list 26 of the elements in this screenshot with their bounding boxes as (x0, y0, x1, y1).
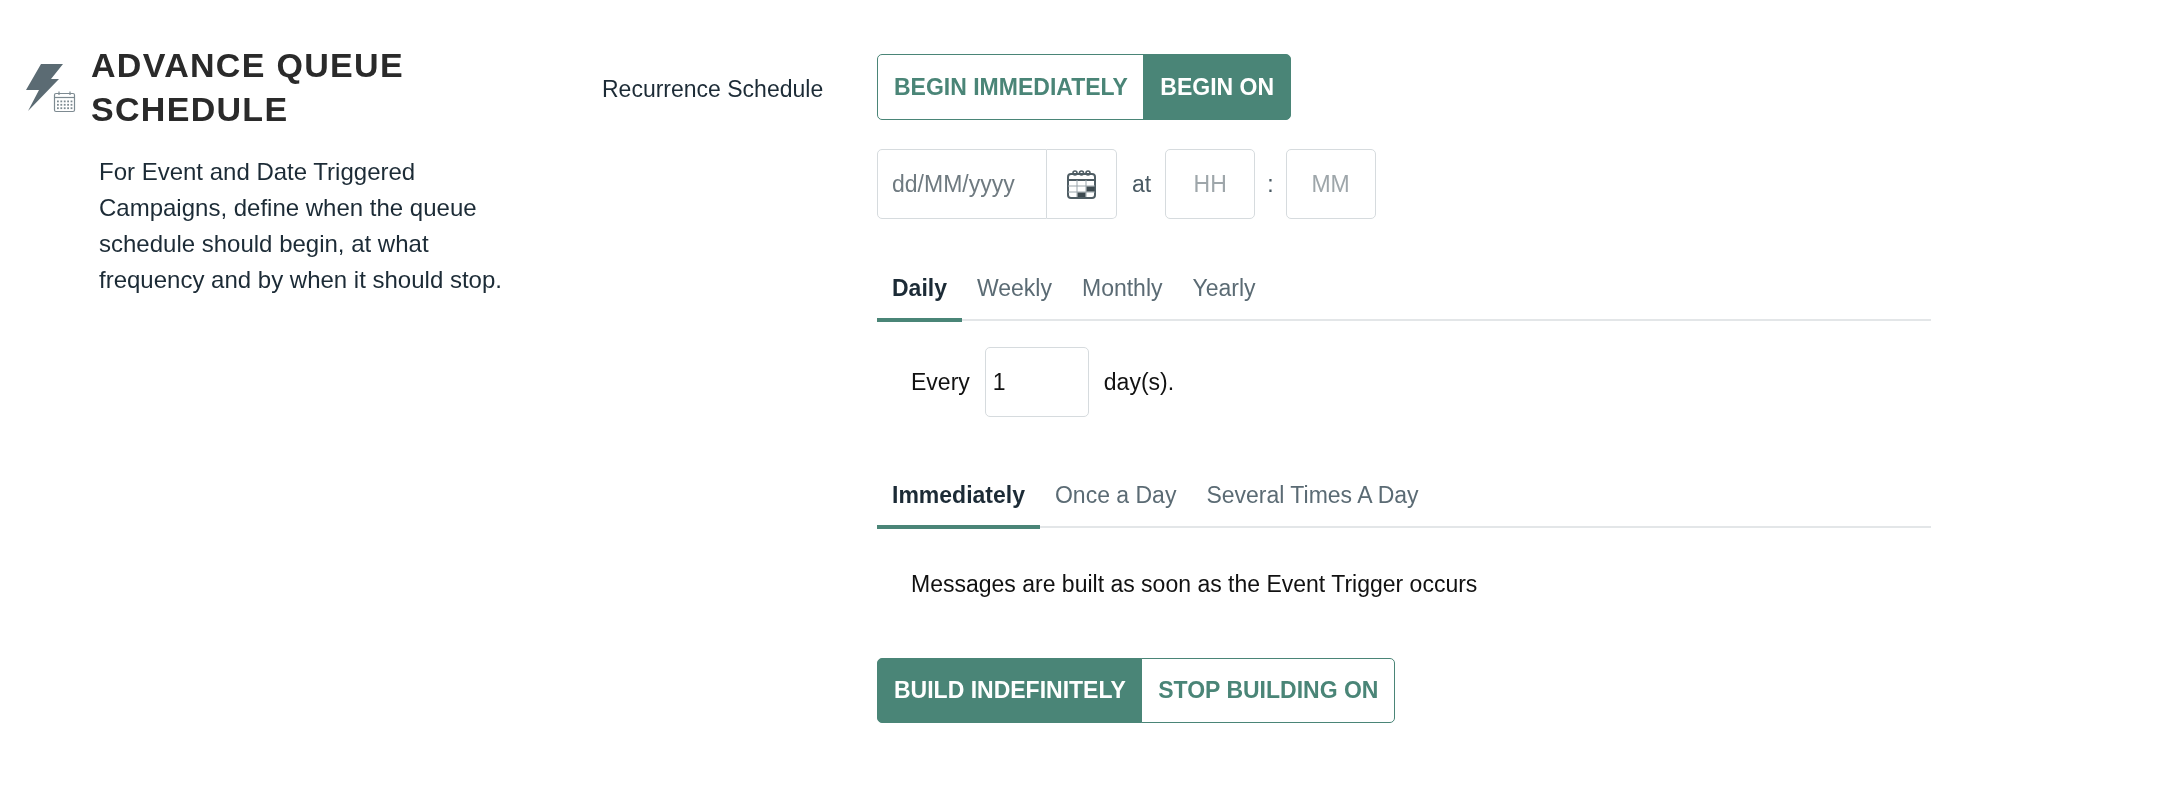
build-message: Messages are built as soon as the Event Trigger occurs (910, 570, 1478, 598)
start-option-button[interactable]: BEGIN ON (1143, 54, 1292, 120)
lightning-calendar-icon (25, 62, 76, 113)
build-tab[interactable]: Immediately (877, 461, 1040, 529)
end-option-button[interactable]: BUILD INDEFINITELY (877, 658, 1143, 723)
recurrence-schedule-label: Recurrence Schedule (602, 76, 824, 102)
days-label: day(s). (1103, 368, 1175, 396)
calendar-button[interactable] (1047, 149, 1117, 219)
interval-field[interactable]: 1 (984, 347, 1089, 417)
hour-field[interactable]: HH (1165, 149, 1256, 219)
build-tab[interactable]: Several Times A Day (1191, 461, 1434, 529)
section-title: ADVANCE QUEUE SCHEDULE (91, 45, 405, 130)
date-field[interactable]: dd/MM/yyyy (877, 149, 1047, 219)
frequency-tab[interactable]: Monthly (1067, 254, 1178, 322)
section-description: For Event and Date Triggered Campaigns, define when the queue schedule should begin, at what frequency and by when it should stop. (99, 157, 503, 295)
time-separator: : (1267, 170, 1274, 198)
frequency-tab[interactable]: Daily (877, 254, 962, 322)
start-option-button[interactable]: BEGIN IMMEDIATELY (877, 54, 1145, 120)
at-label: at (1132, 170, 1152, 198)
end-option-button[interactable]: STOP BUILDING ON (1141, 658, 1396, 723)
every-label: Every (911, 368, 970, 396)
build-tab[interactable]: Once a Day (1039, 461, 1192, 529)
minute-field[interactable]: MM (1285, 149, 1376, 219)
frequency-tab[interactable]: Weekly (962, 254, 1067, 322)
calendar-icon (1067, 169, 1096, 199)
frequency-tab[interactable]: Yearly (1177, 254, 1271, 322)
